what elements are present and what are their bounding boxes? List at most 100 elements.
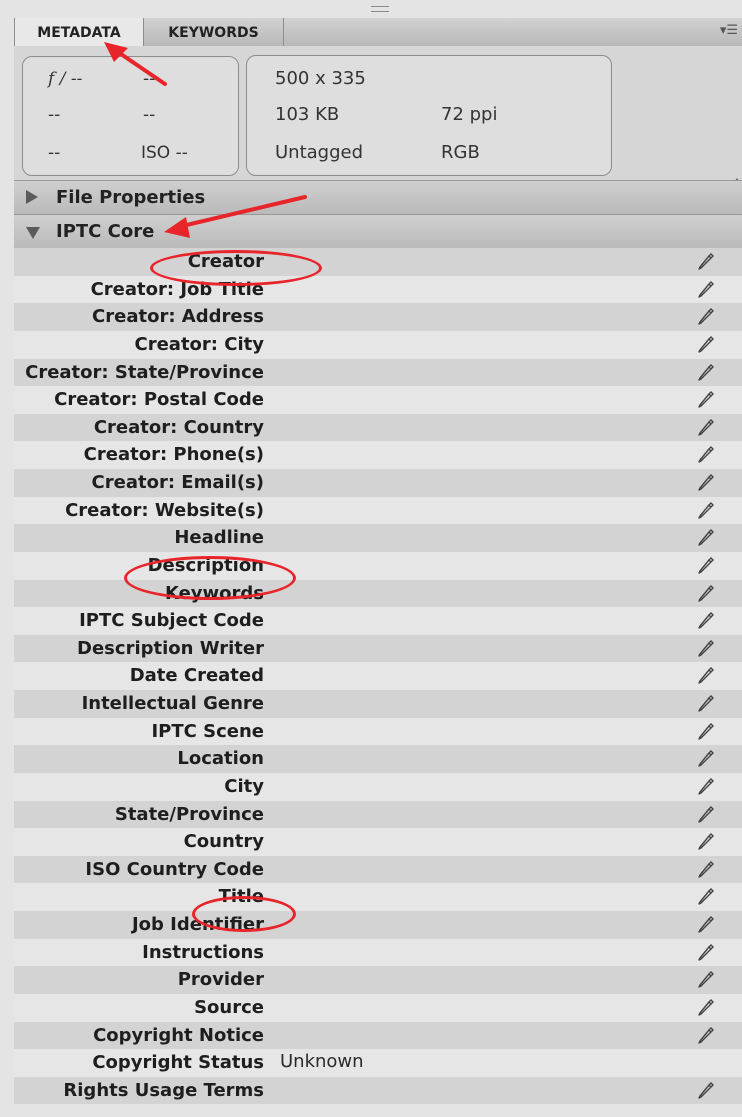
section-file-properties[interactable]: File Properties (14, 180, 742, 214)
panel-grip[interactable] (371, 6, 389, 12)
iptc-field-label: Job Identifier (131, 914, 264, 935)
edit-pencil-icon[interactable] (696, 776, 716, 796)
iptc-field-row[interactable]: IPTC Scene (14, 717, 742, 746)
iptc-field-row[interactable]: City (14, 772, 742, 801)
metering-value: -- (48, 105, 61, 125)
iptc-field-label: Creator: State/Province (25, 361, 264, 383)
edit-pencil-icon[interactable] (696, 804, 716, 824)
edit-pencil-icon[interactable] (696, 362, 716, 382)
iptc-field-row[interactable]: Creator: Postal Code (14, 386, 742, 414)
iptc-field-label: ISO Country Code (85, 858, 264, 880)
iptc-field-label: Source (194, 996, 264, 1018)
edit-pencil-icon[interactable] (696, 527, 716, 547)
iptc-field-row[interactable]: Title (14, 883, 742, 911)
edit-pencil-icon[interactable] (696, 610, 716, 630)
iptc-field-label: Date Created (129, 665, 264, 687)
edit-pencil-icon[interactable] (696, 914, 716, 934)
iptc-field-row[interactable]: IPTC Subject Code (14, 607, 742, 635)
iptc-field-row[interactable]: Creator: Phone(s) (14, 441, 742, 469)
iptc-field-row[interactable]: Location (14, 745, 742, 773)
iptc-field-label: Creator: Postal Code (54, 389, 264, 411)
disclosure-triangle-right-icon[interactable] (26, 190, 38, 204)
iptc-field-row[interactable]: Creator: Address (14, 303, 742, 331)
iptc-field-label: Creator: Phone(s) (83, 444, 264, 466)
edit-pencil-icon[interactable] (696, 831, 716, 851)
iptc-field-row[interactable]: Creator: City (14, 330, 742, 359)
iptc-field-row[interactable]: Creator: State/Province (14, 358, 742, 387)
iptc-field-row[interactable]: Source (14, 993, 742, 1022)
edit-pencil-icon[interactable] (696, 942, 716, 962)
iso-value: ISO -- (141, 143, 188, 163)
iptc-field-label: Creator: Email(s) (91, 472, 264, 493)
iptc-field-row[interactable]: Country (14, 828, 742, 856)
iptc-field-row[interactable]: Intellectual Genre (14, 690, 742, 718)
edit-pencil-icon[interactable] (696, 886, 716, 906)
tab-keywords[interactable]: KEYWORDS (144, 18, 284, 46)
tab-metadata[interactable]: METADATA (14, 18, 144, 47)
edit-pencil-icon[interactable] (696, 389, 716, 409)
iptc-field-row[interactable]: Copyright Status Unknown (14, 1049, 742, 1077)
edit-pencil-icon[interactable] (696, 638, 716, 658)
iptc-field-row[interactable]: Creator: Job Title (14, 275, 742, 304)
edit-pencil-icon[interactable] (696, 748, 716, 768)
iptc-field-row[interactable]: Creator: Email(s) (14, 469, 742, 497)
iptc-field-label: Creator: Website(s) (65, 499, 264, 521)
iptc-field-row[interactable]: Creator (14, 248, 742, 276)
iptc-field-label: Intellectual Genre (81, 693, 264, 714)
iptc-field-row[interactable]: Job Identifier (14, 911, 742, 939)
edit-pencil-icon[interactable] (696, 969, 716, 989)
section-file-properties-label: File Properties (56, 187, 206, 208)
iptc-field-label: Rights Usage Terms (63, 1079, 264, 1101)
iptc-field-label: Country (183, 831, 264, 853)
iptc-field-row[interactable]: Rights Usage Terms (14, 1076, 742, 1105)
edit-pencil-icon[interactable] (696, 500, 716, 520)
iptc-field-row[interactable]: Copyright Notice (14, 1021, 742, 1050)
iptc-field-row[interactable]: Description Writer (14, 634, 742, 663)
iptc-field-row[interactable]: Provider (14, 966, 742, 994)
iptc-field-row[interactable]: Date Created (14, 662, 742, 690)
iptc-field-label: Title (218, 886, 264, 908)
edit-pencil-icon[interactable] (696, 721, 716, 741)
iptc-field-row[interactable]: State/Province (14, 800, 742, 829)
section-iptc-core-label: IPTC Core (56, 221, 155, 242)
edit-pencil-icon[interactable] (696, 693, 716, 713)
iptc-field-label: Provider (177, 969, 264, 991)
edit-pencil-icon[interactable] (696, 1025, 716, 1045)
edit-pencil-icon[interactable] (696, 279, 716, 299)
edit-pencil-icon[interactable] (696, 251, 716, 271)
iptc-field-row[interactable]: Description (14, 551, 742, 580)
iptc-field-value[interactable]: Unknown (280, 1051, 364, 1072)
edit-pencil-icon[interactable] (696, 583, 716, 603)
exposure-bias-value: -- (48, 143, 61, 163)
edit-pencil-icon[interactable] (696, 417, 716, 437)
iptc-field-row[interactable]: Instructions (14, 938, 742, 967)
iptc-field-label: Location (177, 748, 264, 770)
edit-pencil-icon[interactable] (696, 555, 716, 575)
iptc-field-label: Description Writer (77, 637, 264, 659)
edit-pencil-icon[interactable] (696, 665, 716, 685)
file-info-box: 500 x 335 103 KB 72 ppi Untagged RGB (246, 55, 612, 176)
iptc-field-row[interactable]: Headline (14, 524, 742, 552)
edit-pencil-icon[interactable] (696, 859, 716, 879)
iptc-field-label: Creator: City (134, 333, 264, 355)
iptc-field-label: Creator: Address (92, 306, 264, 328)
edit-pencil-icon[interactable] (696, 1080, 716, 1100)
panel-tab-bar: METADATA KEYWORDS ▾☰ (14, 18, 742, 47)
panel-menu-icon[interactable]: ▾☰ (720, 24, 738, 38)
iptc-field-row[interactable]: Creator: Website(s) (14, 496, 742, 525)
iptc-field-row[interactable]: Keywords (14, 579, 742, 608)
section-iptc-core[interactable]: IPTC Core (14, 214, 742, 248)
edit-pencil-icon[interactable] (696, 997, 716, 1017)
iptc-field-label: Keywords (164, 582, 264, 604)
edit-pencil-icon[interactable] (696, 334, 716, 354)
iptc-field-row[interactable]: Creator: Country (14, 413, 742, 442)
iptc-field-row[interactable]: ISO Country Code (14, 855, 742, 884)
iptc-field-label: Creator (187, 251, 264, 272)
edit-pencil-icon[interactable] (696, 306, 716, 326)
iptc-field-label: Description (147, 554, 264, 576)
edit-pencil-icon[interactable] (696, 444, 716, 464)
iptc-field-label: Copyright Notice (93, 1024, 264, 1046)
edit-pencil-icon[interactable] (696, 472, 716, 492)
color-mode-value: RGB (441, 142, 480, 163)
disclosure-triangle-down-icon[interactable] (26, 227, 40, 239)
